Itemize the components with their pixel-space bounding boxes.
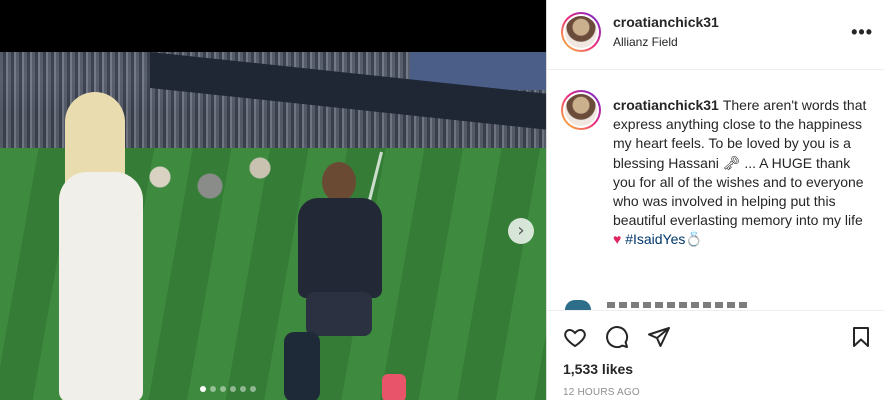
carousel-dot xyxy=(230,386,236,392)
avatar-image xyxy=(565,94,597,126)
post-location[interactable]: Allianz Field xyxy=(613,35,678,49)
carousel-dot xyxy=(240,386,246,392)
post-sidebar: croatianchick31 Allianz Field ••• croati… xyxy=(546,0,884,400)
paper-plane-icon xyxy=(648,327,670,347)
heart-outline-icon xyxy=(564,328,586,348)
heart-emoji: ♥ xyxy=(613,231,622,248)
player-shorts xyxy=(306,292,372,336)
avatar-image xyxy=(565,16,597,48)
speech-bubble-icon xyxy=(606,326,629,349)
post-media[interactable]: › xyxy=(0,0,546,400)
player-head xyxy=(322,162,356,202)
caption-text: croatianchick31 There aren't words that e… xyxy=(613,96,873,250)
ring-emoji: 💍 xyxy=(685,231,703,248)
post-header: croatianchick31 Allianz Field ••• xyxy=(547,0,884,70)
next-comment-preview xyxy=(607,302,747,308)
woman-figure xyxy=(55,92,145,400)
like-button[interactable] xyxy=(561,323,589,351)
carousel-dots xyxy=(200,386,256,392)
caption-avatar[interactable] xyxy=(561,90,601,130)
kneeling-player xyxy=(270,162,410,400)
caption-body: There aren't words that express anything… xyxy=(613,97,867,229)
player-jersey xyxy=(298,198,382,298)
like-count[interactable]: 1,533 likes xyxy=(563,361,633,377)
bookmark-icon xyxy=(853,327,869,347)
carousel-dot xyxy=(200,386,206,392)
player-leg xyxy=(284,332,320,400)
chevron-right-icon: › xyxy=(517,220,525,241)
instagram-post: › croatianchick31 Allianz Field ••• croa… xyxy=(0,0,884,400)
author-username[interactable]: croatianchick31 xyxy=(613,14,719,30)
carousel-dot xyxy=(220,386,226,392)
carousel-dot xyxy=(250,386,256,392)
author-avatar[interactable] xyxy=(561,12,601,52)
post-actions: 1,533 likes 12 HOURS AGO xyxy=(547,310,884,400)
ellipsis-icon[interactable]: ••• xyxy=(851,22,873,43)
post-timestamp[interactable]: 12 HOURS AGO xyxy=(563,387,640,398)
white-dress xyxy=(59,172,143,400)
save-button[interactable] xyxy=(847,323,875,351)
share-button[interactable] xyxy=(645,323,673,351)
carousel-next-button[interactable]: › xyxy=(508,218,534,244)
next-comment-avatar[interactable] xyxy=(565,300,591,310)
comment-button[interactable] xyxy=(603,323,631,351)
player-cleat xyxy=(382,374,406,400)
proposal-photo xyxy=(0,52,546,400)
caption-username[interactable]: croatianchick31 xyxy=(613,97,719,113)
carousel-dot xyxy=(210,386,216,392)
hashtag-link[interactable]: #IsaidYes xyxy=(625,231,685,247)
